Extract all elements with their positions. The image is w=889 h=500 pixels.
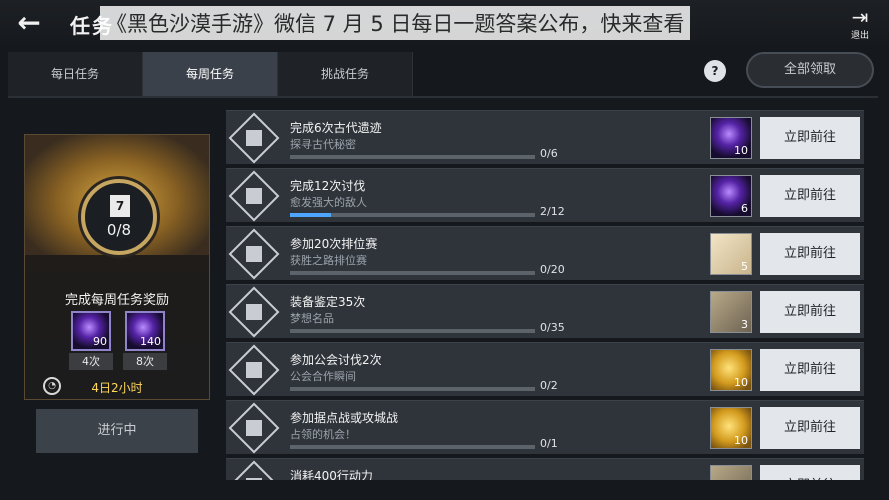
task-row: 消耗400行动力 立即前往 bbox=[226, 458, 864, 480]
task-progress-text: 0/2 bbox=[540, 379, 558, 392]
task-emblem-glyph bbox=[246, 478, 262, 480]
task-progress-bar bbox=[290, 155, 535, 159]
task-progress-text: 0/35 bbox=[540, 321, 565, 334]
task-progress-bar bbox=[290, 329, 535, 333]
exit-icon: ⇥ bbox=[851, 5, 869, 29]
task-name: 参加据点战或攻城战 bbox=[290, 411, 399, 425]
exit-label: 退出 bbox=[850, 31, 869, 41]
task-reward-qty: 3 bbox=[741, 318, 748, 331]
task-emblem-icon bbox=[228, 344, 280, 396]
task-subtitle: 探寻古代秘密 bbox=[290, 138, 356, 151]
task-row: 参加20次排位赛 获胜之路排位赛 0/20 5 立即前往 bbox=[226, 226, 864, 280]
time-remaining: 4日2小时 bbox=[91, 381, 143, 395]
task-subtitle: 占领的机会！ bbox=[290, 428, 356, 441]
task-row: 完成12次讨伐 愈发强大的敌人 2/12 6 立即前往 bbox=[226, 168, 864, 222]
task-emblem-icon bbox=[228, 286, 280, 338]
task-emblem-icon bbox=[228, 228, 280, 280]
go-now-button[interactable]: 立即前往 bbox=[760, 233, 860, 275]
task-subtitle: 公会合作瞬间 bbox=[290, 370, 356, 383]
go-now-button[interactable]: 立即前往 bbox=[760, 349, 860, 391]
top-bar: ← 任务 《黑色沙漠手游》微信 7 月 5 日每日一题答案公布，快来查看 ⇥ 退… bbox=[0, 0, 889, 46]
go-now-button[interactable]: 立即前往 bbox=[760, 175, 860, 217]
task-row: 参加公会讨伐2次 公会合作瞬间 0/2 10 立即前往 bbox=[226, 342, 864, 396]
task-progress-bar bbox=[290, 213, 535, 217]
task-emblem-glyph bbox=[246, 246, 262, 262]
task-name: 消耗400行动力 bbox=[290, 469, 373, 480]
tab-weekly[interactable]: 每周任务 bbox=[143, 52, 278, 96]
weekly-reward-panel: 7 0/8 完成每周任务奖励 90 140 4次 8次 ◔ 4日2小时 bbox=[24, 134, 210, 400]
in-progress-button[interactable]: 进行中 bbox=[36, 409, 198, 453]
task-subtitle: 梦想名品 bbox=[290, 312, 334, 325]
task-subtitle: 获胜之路排位赛 bbox=[290, 254, 367, 267]
task-reward-qty: 6 bbox=[741, 202, 748, 215]
task-name: 完成12次讨伐 bbox=[290, 179, 366, 193]
task-reward-qty: 10 bbox=[734, 434, 748, 447]
reward-tier-label: 4次 bbox=[69, 353, 113, 370]
info-icon[interactable]: ? bbox=[704, 60, 726, 82]
task-progress-bar bbox=[290, 445, 535, 449]
progress-ring: 7 0/8 bbox=[81, 179, 157, 255]
task-progress-text: 0/6 bbox=[540, 147, 558, 160]
task-emblem-glyph bbox=[246, 420, 262, 436]
task-subtitle: 愈发强大的敌人 bbox=[290, 196, 367, 209]
exit-button[interactable]: ⇥ 退出 bbox=[845, 6, 875, 42]
go-now-button[interactable]: 立即前往 bbox=[760, 407, 860, 449]
task-reward-gold-icon[interactable]: 10 bbox=[710, 407, 752, 449]
task-tabs: 每日任务 每周任务 挑战任务 bbox=[8, 52, 413, 96]
task-progress-bar bbox=[290, 271, 535, 275]
reward-qty: 140 bbox=[140, 335, 161, 348]
headline-overlay: 《黑色沙漠手游》微信 7 月 5 日每日一题答案公布，快来查看 bbox=[100, 6, 691, 40]
reward-orb-slot[interactable]: 90 bbox=[71, 311, 111, 351]
task-reward-qty: 5 bbox=[741, 260, 748, 273]
task-emblem-icon bbox=[228, 170, 280, 222]
task-reward-orb-icon[interactable]: 10 bbox=[710, 117, 752, 159]
weekly-calendar-icon: 7 bbox=[110, 195, 130, 217]
task-progress-bar bbox=[290, 387, 535, 391]
go-now-button[interactable]: 立即前往 bbox=[760, 117, 860, 159]
weekly-reward-title: 完成每周任务奖励 bbox=[64, 293, 169, 308]
tab-challenge[interactable]: 挑战任务 bbox=[278, 52, 413, 96]
task-emblem-icon bbox=[228, 460, 280, 480]
task-reward-qty: 10 bbox=[734, 376, 748, 389]
tab-daily[interactable]: 每日任务 bbox=[8, 52, 143, 96]
tab-divider bbox=[8, 96, 878, 98]
task-name: 装备鉴定35次 bbox=[290, 295, 366, 309]
go-now-button[interactable]: 立即前往 bbox=[760, 291, 860, 333]
task-name: 参加公会讨伐2次 bbox=[290, 353, 382, 367]
back-arrow-icon[interactable]: ← bbox=[12, 6, 46, 40]
task-emblem-icon bbox=[228, 402, 280, 454]
weekly-progress-count: 0/8 bbox=[106, 221, 132, 239]
task-name: 参加20次排位赛 bbox=[290, 237, 378, 251]
task-row: 装备鉴定35次 梦想名品 0/35 3 立即前往 bbox=[226, 284, 864, 338]
go-now-button[interactable]: 立即前往 bbox=[760, 465, 860, 480]
task-progress-text: 0/20 bbox=[540, 263, 565, 276]
task-row: 完成6次古代遗迹 探寻古代秘密 0/6 10 立即前往 bbox=[226, 110, 864, 164]
task-progress-fill bbox=[290, 213, 331, 217]
reward-tier-label: 8次 bbox=[123, 353, 167, 370]
task-progress-text: 0/1 bbox=[540, 437, 558, 450]
reward-qty: 90 bbox=[93, 335, 107, 348]
claim-all-button[interactable]: 全部领取 bbox=[746, 52, 874, 88]
task-emblem-glyph bbox=[246, 130, 262, 146]
task-name: 完成6次古代遗迹 bbox=[290, 121, 382, 135]
task-reward-stone-icon[interactable]: 3 bbox=[710, 291, 752, 333]
task-row: 参加据点战或攻城战 占领的机会！ 0/1 10 立即前往 bbox=[226, 400, 864, 454]
task-emblem-glyph bbox=[246, 188, 262, 204]
reward-orb-slot[interactable]: 140 bbox=[125, 311, 165, 351]
task-reward-gold-icon[interactable]: 10 bbox=[710, 349, 752, 391]
task-reward-qty: 10 bbox=[734, 144, 748, 157]
task-reward-scroll-icon[interactable]: 5 bbox=[710, 233, 752, 275]
task-emblem-icon bbox=[228, 112, 280, 164]
task-progress-text: 2/12 bbox=[540, 205, 565, 218]
task-reward-orb-icon[interactable]: 6 bbox=[710, 175, 752, 217]
task-emblem-glyph bbox=[246, 362, 262, 378]
task-list[interactable]: 完成6次古代遗迹 探寻古代秘密 0/6 10 立即前往 完成12次讨伐 愈发强大… bbox=[226, 110, 864, 480]
task-reward-stone-icon[interactable] bbox=[710, 465, 752, 480]
task-emblem-glyph bbox=[246, 304, 262, 320]
